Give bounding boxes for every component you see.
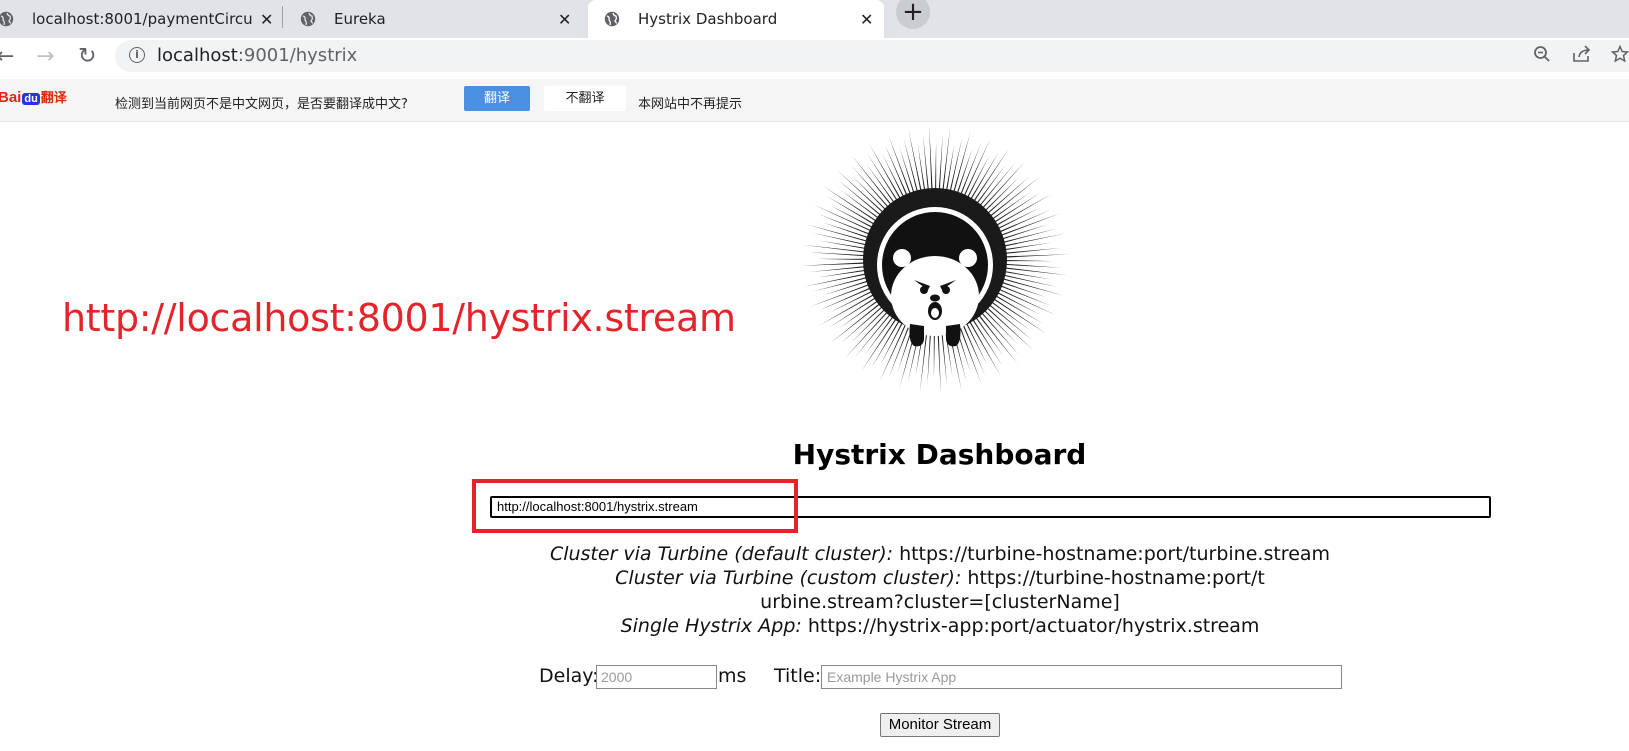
share-icon[interactable] (1572, 45, 1592, 68)
hint-label: Single Hystrix App: (620, 615, 802, 637)
back-icon[interactable]: ← (0, 44, 14, 69)
ms-label: ms (718, 665, 747, 687)
site-info-icon[interactable]: i (129, 47, 145, 63)
translate-bar: Bai du 翻译 检测到当前网页不是中文网页，是否要翻译成中文? 翻译 不翻译 本… (0, 79, 1629, 122)
tab-title: Hystrix Dashboard (638, 10, 778, 28)
globe-icon (300, 11, 316, 27)
logo-suffix: 翻译 (40, 90, 67, 105)
close-icon[interactable]: ✕ (260, 10, 273, 29)
title-label: Title: (774, 665, 822, 687)
zoom-icon[interactable] (1533, 45, 1551, 68)
tab-eureka[interactable]: Eureka ✕ (290, 0, 580, 38)
hint-custom-cluster: Cluster via Turbine (custom cluster): ht… (540, 566, 1340, 614)
globe-icon (604, 11, 620, 27)
dont-translate-button[interactable]: 不翻译 (544, 86, 626, 111)
address-url: localhost:9001/hystrix (157, 45, 357, 66)
hint-label: Cluster via Turbine (default cluster): (549, 543, 894, 565)
translate-button[interactable]: 翻译 (464, 86, 530, 111)
annotation-highlight-box (472, 479, 798, 533)
tab-divider (282, 6, 283, 28)
stream-hints: Cluster via Turbine (default cluster): h… (540, 542, 1340, 638)
globe-icon (0, 11, 14, 27)
hystrix-logo-image (801, 128, 1069, 393)
tab-hystrix-dashboard[interactable]: Hystrix Dashboard ✕ (588, 0, 884, 38)
close-icon[interactable]: ✕ (558, 10, 571, 29)
baidu-translate-logo: Bai du 翻译 (0, 87, 67, 106)
logo-text: Bai (0, 89, 22, 106)
monitor-stream-button[interactable]: Monitor Stream (880, 713, 1000, 737)
logo-paw: du (22, 93, 40, 105)
new-tab-button[interactable]: + (896, 0, 930, 29)
hint-single-app: Single Hystrix App: https://hystrix-app:… (540, 614, 1340, 638)
tab-strip: localhost:8001/paymentCircuit ✕ Eureka ✕… (0, 0, 1629, 38)
delay-input[interactable]: 2000 (596, 665, 717, 689)
hint-value: https://hystrix-app:port/actuator/hystri… (807, 615, 1260, 637)
annotation-url-text: http://localhost:8001/hystrix.stream (62, 296, 736, 340)
title-input[interactable]: Example Hystrix App (821, 665, 1342, 689)
tab-title: localhost:8001/paymentCircuit (32, 10, 254, 28)
dashboard-heading: Hystrix Dashboard (792, 438, 1087, 471)
reload-icon[interactable]: ↻ (78, 44, 96, 69)
translate-message: 检测到当前网页不是中文网页，是否要翻译成中文? (115, 97, 408, 112)
url-host: localhost (157, 45, 238, 66)
star-icon[interactable] (1610, 44, 1629, 68)
hint-default-cluster: Cluster via Turbine (default cluster): h… (540, 542, 1340, 566)
close-icon[interactable]: ✕ (860, 10, 873, 29)
hint-label: Cluster via Turbine (custom cluster): (615, 567, 962, 589)
never-translate-link[interactable]: 本网站中不再提示 (638, 93, 742, 112)
hint-value: https://turbine-hostname:port/turbine.st… (899, 543, 1331, 565)
forward-icon[interactable]: → (36, 44, 54, 69)
delay-label: Delay: (539, 665, 599, 687)
tab-payment[interactable]: localhost:8001/paymentCircuit ✕ (0, 0, 282, 38)
tab-title: Eureka (334, 10, 386, 28)
url-path: :9001/hystrix (237, 45, 358, 66)
address-bar[interactable]: i localhost:9001/hystrix (115, 40, 1629, 72)
